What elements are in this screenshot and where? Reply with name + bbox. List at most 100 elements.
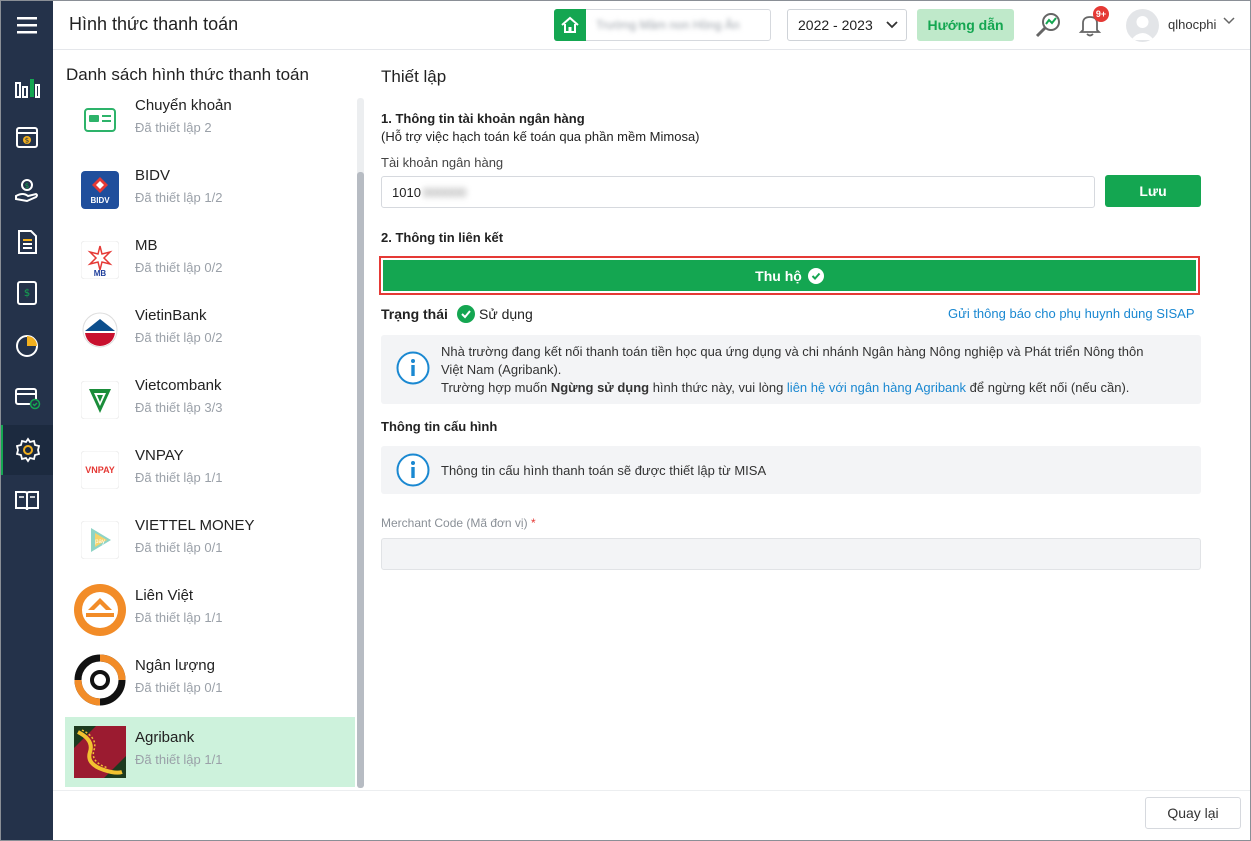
list-item[interactable]: BIDV BIDV Đã thiết lập 1/2 [65, 155, 355, 225]
vietinbank-logo [79, 309, 121, 351]
guide-button[interactable]: Hướng dẫn [917, 9, 1014, 41]
hamburger-icon [16, 17, 37, 34]
list-item[interactable]: Liên Việt Đã thiết lập 1/1 [65, 575, 355, 645]
method-status: Đã thiết lập 0/2 [135, 260, 223, 275]
list-item[interactable]: VietinBank Đã thiết lập 0/2 [65, 295, 355, 365]
list-scrollbar-thumb[interactable] [357, 172, 364, 788]
list-item[interactable]: VNPAY VNPAY Đã thiết lập 1/1 [65, 435, 355, 505]
viettel-money-logo: pay [79, 519, 121, 561]
chevron-down-icon[interactable] [1223, 17, 1235, 25]
config-section-title: Thông tin cấu hình [381, 419, 498, 434]
pie-chart-icon [15, 335, 38, 357]
link-section-title: 2. Thông tin liên kết [381, 230, 504, 245]
list-item[interactable]: pay VIETTEL MONEY Đã thiết lập 0/1 [65, 505, 355, 575]
magnifier-chart-icon [1035, 13, 1060, 38]
chart-icon [14, 79, 40, 98]
nav-guide[interactable] [0, 475, 53, 525]
vietcombank-logo [79, 379, 121, 421]
nav-dashboard[interactable] [0, 62, 53, 112]
method-name: VietinBank [135, 307, 207, 324]
merchant-code-input[interactable] [381, 538, 1201, 570]
back-button[interactable]: Quay lại [1145, 797, 1241, 829]
book-icon [14, 491, 39, 511]
contact-agribank-link[interactable]: liên hệ với ngân hàng Agribank [787, 380, 966, 395]
method-status: Đã thiết lập 0/1 [135, 540, 223, 555]
stop-using-bold: Ngừng sử dụng [550, 380, 650, 395]
school-year-value: 2022 - 2023 [798, 17, 873, 33]
info-line-1: Nhà trường đang kết nối thanh toán tiền … [441, 344, 1144, 359]
method-name: MB [135, 237, 158, 254]
method-status: Đã thiết lập 0/1 [135, 680, 223, 695]
agribank-logo [73, 725, 127, 779]
mb-logo: MB [79, 239, 121, 281]
save-button[interactable]: Lưu [1105, 175, 1201, 207]
config-info-text: Thông tin cấu hình thanh toán sẽ được th… [441, 463, 767, 478]
info-line-2: Việt Nam (Agribank). [441, 362, 562, 377]
info-line-3: Trường hợp muốn Ngừng sử dụng hình thức … [441, 379, 1143, 397]
info-text-part: để ngừng kết nối (nếu cần). [966, 380, 1130, 395]
method-name: VNPAY [135, 447, 184, 464]
nav-settings[interactable] [0, 425, 53, 475]
gear-icon [15, 437, 41, 463]
svg-text:MB: MB [94, 269, 107, 278]
bank-account-note: (Hỗ trợ việc hạch toán kế toán qua phần … [381, 129, 700, 144]
collect-highlight: Thu hộ [379, 256, 1200, 295]
method-status: Đã thiết lập 1/1 [135, 610, 223, 625]
method-name: Chuyển khoản [135, 98, 232, 114]
connection-info-box: Nhà trường đang kết nối thanh toán tiền … [381, 335, 1201, 404]
method-status: Đã thiết lập 1/1 [135, 752, 223, 767]
nav-reports[interactable] [0, 320, 53, 370]
document-icon [17, 230, 37, 254]
list-item[interactable]: Vietcombank Đã thiết lập 3/3 [65, 365, 355, 435]
collect-button[interactable]: Thu hộ [383, 260, 1196, 291]
calendar-money-icon: $ [15, 127, 38, 148]
merchant-code-label: Merchant Code (Mã đơn vị) * [381, 516, 536, 530]
svg-text:$: $ [24, 182, 28, 190]
connection-info-text: Nhà trường đang kết nối thanh toán tiền … [441, 343, 1143, 397]
left-nav: $ $ $ [0, 0, 53, 841]
school-name: Trường Mầm non Hồng Ân [596, 18, 740, 32]
list-item[interactable]: Ngân lượng Đã thiết lập 0/1 [65, 645, 355, 715]
nav-payments[interactable] [0, 372, 53, 422]
bank-transfer-icon [79, 99, 121, 141]
notification-badge: 9+ [1093, 6, 1109, 22]
chevron-down-icon [886, 21, 898, 29]
hand-money-icon: $ [14, 179, 38, 203]
payment-methods-list: Chuyển khoản Đã thiết lập 2 BIDV BIDV Đã… [65, 98, 357, 788]
list-item[interactable]: Chuyển khoản Đã thiết lập 2 [65, 98, 355, 155]
nav-documents[interactable] [0, 217, 53, 267]
card-check-icon [14, 388, 40, 410]
home-icon [554, 9, 586, 41]
school-selector[interactable]: Trường Mầm non Hồng Ân [554, 9, 771, 41]
list-item[interactable]: Agribank Đã thiết lập 1/1 [65, 717, 355, 787]
method-status: Đã thiết lập 1/1 [135, 470, 223, 485]
method-name: BIDV [135, 167, 171, 184]
notify-parents-link[interactable]: Gửi thông báo cho phụ huynh dùng SISAP [948, 306, 1195, 321]
username[interactable]: qlhocphi [1168, 17, 1216, 32]
method-name: Liên Việt [135, 587, 194, 604]
top-header: Hình thức thanh toán Trường Mầm non Hồng… [53, 0, 1251, 50]
svg-text:BIDV: BIDV [90, 196, 110, 205]
nav-ledger[interactable]: $ [0, 268, 53, 318]
method-name: Agribank [135, 729, 195, 746]
status-label: Trạng thái [381, 306, 448, 322]
merchant-label-text: Merchant Code (Mã đơn vị) [381, 516, 528, 530]
ledger-icon: $ [16, 281, 37, 305]
bank-account-input[interactable]: 1010 000000 [381, 176, 1095, 208]
bidv-logo: BIDV [79, 169, 121, 211]
avatar[interactable] [1126, 9, 1159, 42]
nav-collect[interactable]: $ [0, 165, 53, 215]
lienviet-logo [71, 581, 129, 639]
school-year-select[interactable]: 2022 - 2023 [787, 9, 907, 41]
bank-account-value: 1010 [392, 184, 421, 200]
status-value: Sử dụng [479, 306, 533, 322]
vnpay-logo: VNPAY [79, 449, 121, 491]
required-asterisk: * [530, 516, 536, 530]
search-analytics-button[interactable] [1032, 9, 1064, 41]
menu-button[interactable] [0, 0, 53, 50]
nav-fees[interactable]: $ [0, 112, 53, 162]
list-item[interactable]: MB MB Đã thiết lập 0/2 [65, 225, 355, 295]
check-circle-icon [807, 267, 824, 284]
info-text-part: Trường hợp muốn [441, 380, 551, 395]
config-info-box: Thông tin cấu hình thanh toán sẽ được th… [381, 446, 1201, 494]
